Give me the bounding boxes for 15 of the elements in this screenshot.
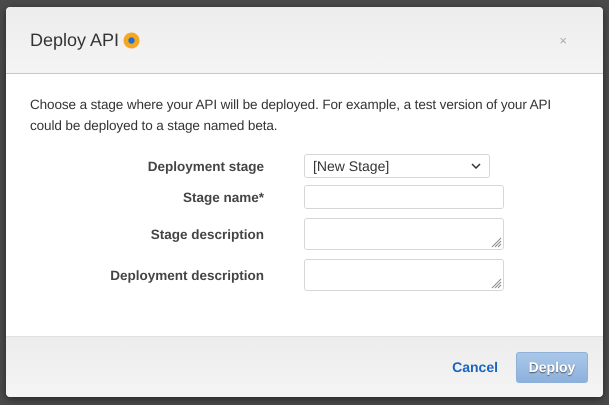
text-area[interactable] [304,259,504,291]
text-area[interactable] [304,218,504,250]
field-label: Deployment stage [146,158,264,174]
chevron-down-icon [471,163,481,169]
status-dot-icon [123,32,140,48]
resize-handle-icon[interactable] [490,277,502,289]
field-label: Stage description [150,226,264,242]
dialog-title: Deploy API [30,30,120,50]
dialog-description: Choose a stage where your API will be deployed. For example, a test version of your API could be deployed to a stage named beta. [30,96,552,135]
field-label: Stage name* [182,190,264,204]
cancel-link[interactable]: Cancel [452,359,498,375]
stage-dropdown[interactable]: [New Stage] [304,154,490,178]
field-label: Deployment description [109,268,264,282]
input-field[interactable] [304,185,504,209]
resize-handle-icon[interactable] [490,236,502,248]
